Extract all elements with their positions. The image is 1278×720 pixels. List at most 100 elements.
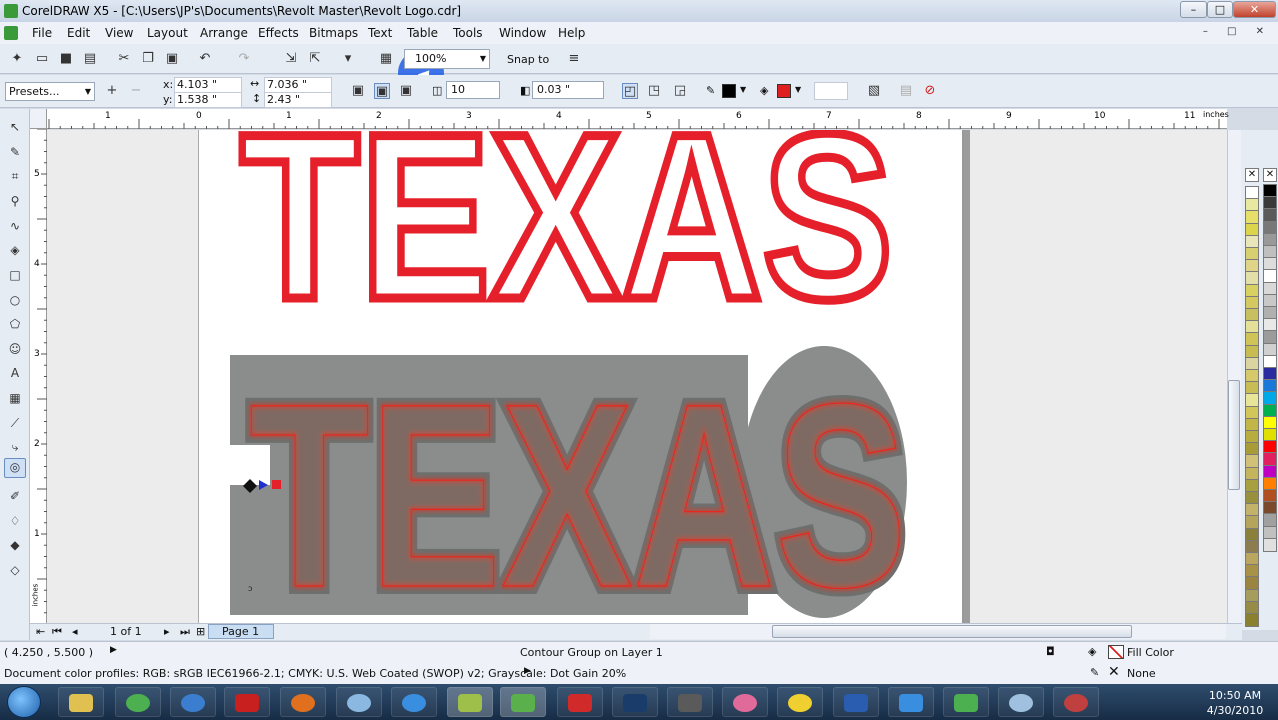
new-document-icon[interactable]: ✦ bbox=[9, 51, 25, 67]
menu-window[interactable]: Window bbox=[499, 26, 546, 40]
zoom-level-combo[interactable]: 100% ▼ bbox=[404, 49, 490, 69]
safari-taskbar-icon[interactable] bbox=[336, 687, 382, 717]
artwork[interactable]: TEXAS TEXAS TEXAS TEXAS ɔ bbox=[47, 130, 1227, 623]
photoshop-taskbar-icon[interactable] bbox=[612, 687, 658, 717]
save-icon[interactable]: ■ bbox=[58, 51, 74, 67]
no-color-swatch[interactable]: ✕ bbox=[1245, 168, 1259, 182]
chevron-down-icon[interactable]: ▼ bbox=[740, 85, 746, 94]
horizontal-ruler[interactable]: 1 0 1 2 3 4 5 6 7 8 9 10 11 inches bbox=[47, 109, 1229, 129]
google-talk-taskbar-icon[interactable] bbox=[998, 687, 1044, 717]
internet-explorer-taskbar-icon[interactable] bbox=[391, 687, 437, 717]
export-icon[interactable]: ⇱ bbox=[307, 51, 323, 67]
page-tab[interactable]: Page 1 bbox=[208, 624, 274, 639]
remove-preset-icon[interactable]: − bbox=[128, 83, 144, 99]
maximize-button[interactable]: □ bbox=[1207, 1, 1233, 18]
first-page-icon[interactable]: ⇤ bbox=[36, 625, 45, 638]
horizontal-scroll-thumb[interactable] bbox=[772, 625, 1132, 638]
clockwise-contour-colors-icon[interactable]: ◳ bbox=[646, 83, 662, 99]
connector-tool-icon[interactable]: ⤷ bbox=[7, 439, 23, 455]
contour-end-handle[interactable] bbox=[272, 480, 281, 489]
system-clock[interactable]: 10:50 AM 4/30/2010 bbox=[1200, 688, 1270, 718]
picasa-taskbar-icon[interactable] bbox=[722, 687, 768, 717]
lightroom-taskbar-icon[interactable] bbox=[667, 687, 713, 717]
previous-page-icon[interactable]: ◂ bbox=[72, 625, 78, 638]
dimension-tool-icon[interactable]: ⟋ bbox=[7, 415, 23, 431]
word-taskbar-icon[interactable] bbox=[833, 687, 879, 717]
contour-group-icon[interactable]: ▤ bbox=[898, 83, 914, 99]
vertical-scroll-thumb[interactable] bbox=[1228, 380, 1240, 490]
copy-icon[interactable]: ❐ bbox=[140, 51, 156, 67]
tools-taskbar-icon[interactable] bbox=[1053, 687, 1099, 717]
first-page-button-icon[interactable]: ⏮ bbox=[52, 625, 62, 639]
menu-edit[interactable]: Edit bbox=[67, 26, 90, 40]
texas-contour-group[interactable]: TEXAS TEXAS TEXAS bbox=[230, 341, 915, 623]
palette-swatch[interactable] bbox=[1263, 537, 1277, 552]
no-outline-icon[interactable]: ✕ bbox=[1108, 664, 1120, 680]
object-acceleration-field[interactable] bbox=[814, 82, 848, 100]
contour-to-center-icon[interactable]: ▣ bbox=[350, 83, 366, 99]
drawing-canvas[interactable]: TEXAS TEXAS TEXAS TEXAS ɔ bbox=[47, 130, 1227, 623]
undo-icon[interactable]: ↶ bbox=[197, 51, 213, 67]
menu-view[interactable]: View bbox=[105, 26, 133, 40]
menu-table[interactable]: Table bbox=[407, 26, 438, 40]
contour-offset-field[interactable]: 0.03 " bbox=[532, 81, 604, 99]
vertical-scrollbar[interactable] bbox=[1227, 130, 1241, 623]
camtasia-taskbar-icon[interactable] bbox=[557, 687, 603, 717]
chevron-down-icon[interactable]: ▼ bbox=[795, 85, 801, 94]
menu-layout[interactable]: Layout bbox=[147, 26, 188, 40]
clear-contour-icon[interactable]: ⊘ bbox=[922, 83, 938, 99]
presets-dropdown[interactable]: Presets... ▼ bbox=[5, 82, 95, 101]
texas-outline-logo[interactable]: TEXAS bbox=[236, 130, 898, 354]
close-button[interactable]: ✕ bbox=[1233, 1, 1276, 18]
outline-pen-tool-icon[interactable]: ♢ bbox=[7, 513, 23, 529]
windows-start-button-icon[interactable] bbox=[7, 686, 41, 718]
redo-icon[interactable]: ↷ bbox=[236, 51, 252, 67]
basic-shapes-tool-icon[interactable]: ☺ bbox=[7, 341, 23, 357]
fill-tool-icon[interactable]: ◆ bbox=[7, 537, 23, 553]
print-icon[interactable]: ▤ bbox=[82, 51, 98, 67]
text-tool-icon[interactable]: A bbox=[7, 365, 23, 381]
import-icon[interactable]: ⇲ bbox=[283, 51, 299, 67]
thunderbird-taskbar-icon[interactable] bbox=[170, 687, 216, 717]
shape-tool-icon[interactable]: ✎ bbox=[7, 144, 23, 160]
corel-taskbar-icon[interactable] bbox=[447, 687, 493, 717]
snap-to-button[interactable]: Snap to bbox=[507, 53, 549, 66]
filezilla-taskbar-icon[interactable] bbox=[224, 687, 270, 717]
color-eyedropper-tool-icon[interactable]: ✐ bbox=[7, 488, 23, 504]
coreldraw-taskbar-icon[interactable] bbox=[500, 687, 546, 717]
menu-file[interactable]: File bbox=[32, 26, 52, 40]
next-page-icon[interactable]: ▸ bbox=[164, 625, 170, 638]
menu-arrange[interactable]: Arrange bbox=[200, 26, 248, 40]
status-play-icon[interactable]: ▶ bbox=[110, 645, 117, 655]
menu-help[interactable]: Help bbox=[558, 26, 585, 40]
counterclockwise-contour-colors-icon[interactable]: ◲ bbox=[672, 83, 688, 99]
last-page-icon[interactable]: ⏭ bbox=[180, 625, 190, 639]
ellipse-tool-icon[interactable]: ○ bbox=[7, 292, 23, 308]
menu-tools[interactable]: Tools bbox=[453, 26, 483, 40]
document-window-buttons[interactable]: – □ ✕ bbox=[1203, 26, 1272, 37]
table-tool-icon[interactable]: ▦ bbox=[7, 390, 23, 406]
network-taskbar-icon[interactable] bbox=[943, 687, 989, 717]
chevron-down-icon[interactable]: ▼ bbox=[85, 83, 91, 100]
fill-color-indicator[interactable] bbox=[1108, 645, 1124, 659]
outline-color-swatch[interactable] bbox=[722, 84, 736, 98]
contour-steps-field[interactable]: 10 bbox=[446, 81, 500, 99]
application-launcher-icon[interactable]: ▾ bbox=[340, 51, 356, 67]
menu-bitmaps[interactable]: Bitmaps bbox=[309, 26, 358, 40]
add-preset-icon[interactable]: + bbox=[104, 83, 120, 99]
welcome-screen-icon[interactable]: ▦ bbox=[378, 51, 394, 67]
interactive-fill-tool-icon[interactable]: ◇ bbox=[7, 562, 23, 578]
vertical-ruler[interactable]: 5 4 3 2 1 inches bbox=[30, 129, 47, 623]
open-icon[interactable]: ▭ bbox=[34, 51, 50, 67]
status-play-icon[interactable]: ▶ bbox=[524, 666, 531, 676]
chrome-taskbar-icon[interactable] bbox=[115, 687, 161, 717]
paste-icon[interactable]: ▣ bbox=[164, 51, 180, 67]
cut-icon[interactable]: ✂ bbox=[116, 51, 132, 67]
options-icon[interactable]: ≡ bbox=[566, 51, 582, 67]
smart-fill-tool-icon[interactable]: ◈ bbox=[7, 242, 23, 258]
rectangle-tool-icon[interactable]: □ bbox=[7, 267, 23, 283]
chevron-down-icon[interactable]: ▼ bbox=[480, 50, 486, 68]
menu-effects[interactable]: Effects bbox=[258, 26, 299, 40]
palette-swatch[interactable] bbox=[1245, 613, 1259, 627]
document-icon[interactable] bbox=[4, 26, 18, 40]
